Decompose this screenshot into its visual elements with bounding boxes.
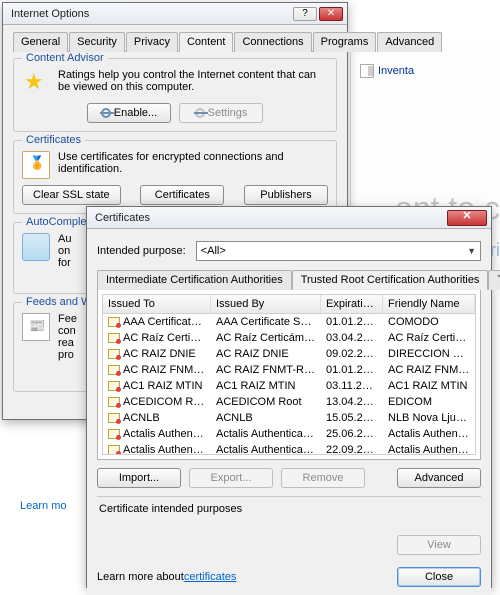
star-icon xyxy=(22,69,50,97)
certificates-text: Use certificates for encrypted connectio… xyxy=(58,151,328,175)
learn-more-link-cut[interactable]: Learn mo xyxy=(20,500,66,512)
help-button[interactable]: ? xyxy=(293,7,317,21)
close-dialog-button[interactable]: Close xyxy=(397,567,481,587)
gear-icon xyxy=(101,108,111,118)
enable-button[interactable]: Enable... xyxy=(87,103,171,123)
export-button: Export... xyxy=(189,468,273,488)
col-issued-to[interactable]: Issued To xyxy=(103,295,211,313)
dialog-title: Internet Options xyxy=(11,8,291,20)
certificate-icon xyxy=(108,445,120,454)
settings-label: Settings xyxy=(208,107,248,119)
close-button[interactable]: ✕ xyxy=(447,210,487,226)
certificate-icon xyxy=(108,413,120,423)
table-row[interactable]: Actalis Authenticati...Actalis Authentic… xyxy=(103,442,475,454)
group-legend: Certificates xyxy=(22,134,85,146)
tab-security[interactable]: Security xyxy=(69,32,125,52)
certificates-dialog: Certificates ✕ Intended purpose: <All> ▼… xyxy=(86,206,492,588)
table-row[interactable]: AC RAIZ FNMT-RCMAC RAIZ FNMT-RCM01.01.20… xyxy=(103,362,475,378)
certificate-icon xyxy=(22,151,50,179)
table-row[interactable]: AC Raíz Certicámar...AC Raíz Certicámara… xyxy=(103,330,475,346)
table-row[interactable]: Actalis Authenticati...Actalis Authentic… xyxy=(103,426,475,442)
col-friendly-name[interactable]: Friendly Name xyxy=(383,295,475,313)
intended-purpose-label: Intended purpose: xyxy=(97,245,186,257)
certificate-icon xyxy=(108,397,120,407)
certificate-icon xyxy=(108,429,120,439)
col-expiration[interactable]: Expiratio... xyxy=(321,295,383,313)
certificate-icon xyxy=(108,381,120,391)
learn-more-label: Learn more about xyxy=(97,571,184,583)
tab-privacy[interactable]: Privacy xyxy=(126,32,178,52)
cert-list-frame: Issued To Issued By Expiratio... Friendl… xyxy=(97,290,481,460)
table-row[interactable]: AC1 RAIZ MTINAC1 RAIZ MTIN03.11.2019AC1 … xyxy=(103,378,475,394)
import-button[interactable]: Import... xyxy=(97,468,181,488)
certificates-group: Certificates Use certificates for encryp… xyxy=(13,140,337,214)
tab-trusted-root-ca[interactable]: Trusted Root Certification Authorities xyxy=(292,270,489,290)
titlebar: Certificates ✕ xyxy=(87,207,491,229)
table-row[interactable]: AAA Certificate Ser...AAA Certificate Se… xyxy=(103,314,475,330)
remove-button: Remove xyxy=(281,468,365,488)
col-issued-by[interactable]: Issued By xyxy=(211,295,321,313)
certificates-button[interactable]: Certificates xyxy=(140,185,224,205)
enable-label: Enable... xyxy=(114,107,157,119)
gear-icon xyxy=(195,108,205,118)
tab-advanced[interactable]: Advanced xyxy=(377,32,442,52)
close-button[interactable]: ✕ xyxy=(319,7,343,21)
feed-icon xyxy=(22,313,50,341)
column-headers: Issued To Issued By Expiratio... Friendl… xyxy=(103,295,475,314)
autocomplete-icon xyxy=(22,233,50,261)
chevron-down-icon: ▼ xyxy=(467,246,476,256)
combo-value: <All> xyxy=(201,245,226,257)
view-button: View xyxy=(397,535,481,555)
table-row[interactable]: ACEDICOM RootACEDICOM Root13.04.2028EDIC… xyxy=(103,394,475,410)
clear-ssl-button[interactable]: Clear SSL state xyxy=(22,185,121,205)
table-row[interactable]: ACNLBACNLB15.05.2023NLB Nova Ljublja... xyxy=(103,410,475,426)
bookmark-label: Inventa xyxy=(378,65,414,77)
settings-button: Settings xyxy=(179,103,263,123)
certificate-icon xyxy=(108,317,120,327)
tab-intermediate-ca[interactable]: Intermediate Certification Authorities xyxy=(97,270,292,290)
bookmark-icon xyxy=(360,64,374,78)
cert-tab-strip: Intermediate Certification Authorities T… xyxy=(97,269,481,290)
tab-programs[interactable]: Programs xyxy=(313,32,377,52)
learn-more-link[interactable]: certificates xyxy=(184,571,237,583)
intended-purpose-combo[interactable]: <All> ▼ xyxy=(196,241,481,261)
certificate-icon xyxy=(108,333,120,343)
content-advisor-group: Content Advisor Ratings help you control… xyxy=(13,58,337,132)
tab-general[interactable]: General xyxy=(13,32,68,52)
cert-rows: AAA Certificate Ser...AAA Certificate Se… xyxy=(103,314,475,454)
content-advisor-text: Ratings help you control the Internet co… xyxy=(58,69,328,93)
group-legend: Content Advisor xyxy=(22,52,108,64)
advanced-button[interactable]: Advanced xyxy=(397,468,481,488)
certificate-icon xyxy=(108,349,120,359)
tab-content[interactable]: Content xyxy=(179,32,234,52)
tab-strip: General Security Privacy Content Connect… xyxy=(13,31,337,52)
certificate-icon xyxy=(108,365,120,375)
titlebar: Internet Options ? ✕ xyxy=(3,3,347,25)
dialog-title: Certificates xyxy=(95,212,445,224)
tab-connections[interactable]: Connections xyxy=(234,32,311,52)
publishers-button[interactable]: Publishers xyxy=(244,185,328,205)
table-row[interactable]: AC RAIZ DNIEAC RAIZ DNIE09.02.2036DIRECC… xyxy=(103,346,475,362)
tab-trusted-publishers[interactable]: Trusted Publ xyxy=(488,270,500,290)
bookmark-item[interactable]: Inventa xyxy=(360,64,414,78)
intended-purposes-label: Certificate intended purposes xyxy=(97,496,481,529)
